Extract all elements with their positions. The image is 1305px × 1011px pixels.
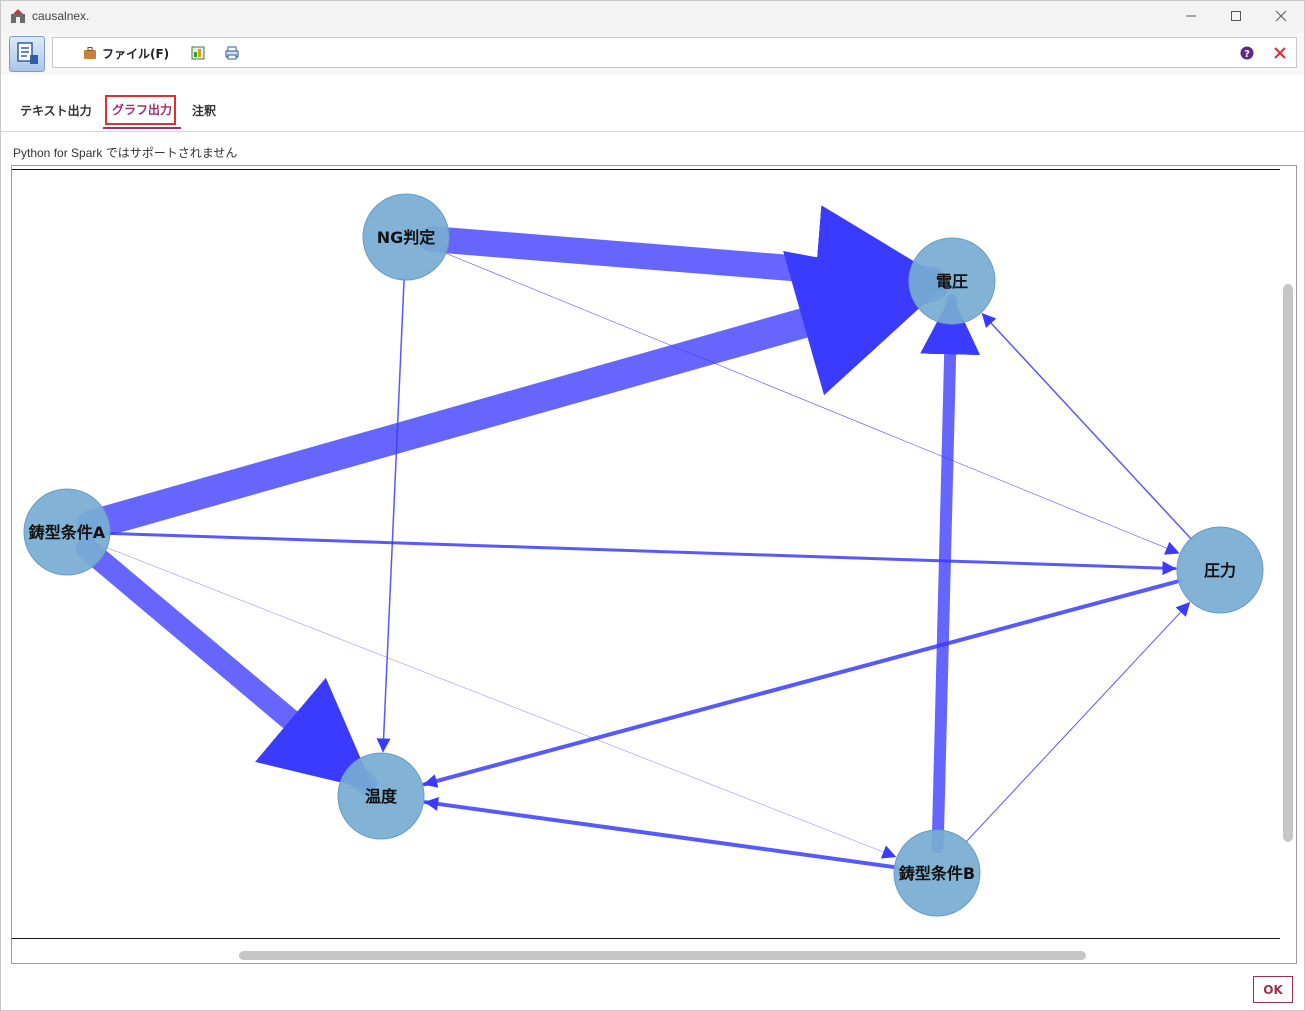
file-menu[interactable]: ファイル(F) (83, 43, 169, 63)
export-image-button[interactable] (191, 43, 210, 63)
node-label: NG判定 (377, 228, 436, 247)
node-label: 鋳型条件A (29, 523, 106, 542)
file-menu-label: ファイル(F) (102, 46, 170, 61)
output-viewer-icon[interactable] (9, 36, 45, 72)
window-title: causalnex. (32, 9, 90, 23)
unsupported-notice: Python for Spark ではサポートされません (13, 146, 238, 160)
toolbar-box: ファイル(F) ? (52, 37, 1297, 68)
toolbar: ファイル(F) ? (1, 33, 1304, 75)
app-icon (11, 9, 25, 23)
node-voltage: 電圧 (908, 237, 996, 325)
edge-moldA-to-pressure (106, 531, 1177, 576)
help-button[interactable]: ? (1240, 43, 1259, 63)
edge-ng-to-temperature (376, 277, 405, 753)
app-window: causalnex. ファイル(F) ? テキスト出力 グラフ出力 注釈 Pyt… (0, 0, 1305, 1011)
edge-moldB-to-pressure (964, 601, 1191, 844)
export-image-icon (191, 46, 205, 60)
edge-moldA-to-moldB (104, 546, 897, 859)
tab-text-output[interactable]: テキスト出力 (20, 102, 92, 119)
edge-pressure-to-temperature (422, 578, 1183, 788)
active-tab-underline (103, 127, 181, 129)
edge-moldB-to-temperature (423, 796, 899, 870)
minimize-icon[interactable] (1168, 1, 1214, 31)
node-temperature: 温度 (337, 752, 425, 840)
graph-panel: NG判定電圧鋳型条件A 圧力温度鋳型条件B (11, 165, 1297, 964)
ok-button[interactable]: OK (1253, 976, 1293, 1003)
briefcase-icon (84, 47, 96, 59)
node-pressure: 圧力 (1176, 526, 1264, 614)
printer-icon (225, 46, 239, 60)
node-label: 圧力 (1204, 561, 1236, 580)
tab-bar: テキスト出力 グラフ出力 注釈 (1, 93, 1304, 132)
node-ng: NG判定 (362, 193, 450, 281)
edge-moldA-to-temperature (75, 537, 378, 795)
tab-graph-output[interactable]: グラフ出力 (112, 101, 172, 118)
title-bar: causalnex. (1, 1, 1304, 33)
vertical-scrollbar[interactable] (1283, 284, 1293, 842)
print-button[interactable] (225, 43, 244, 63)
close-output-button[interactable] (1273, 43, 1292, 63)
horizontal-scrollbar[interactable] (239, 951, 1086, 960)
causal-graph: NG判定電圧鋳型条件A 圧力温度鋳型条件B (23, 193, 1264, 917)
edge-pressure-to-voltage (981, 312, 1193, 541)
help-icon: ? (1240, 46, 1254, 60)
node-label: 鋳型条件B (899, 864, 975, 883)
edge-moldB-to-voltage (920, 294, 981, 854)
close-icon[interactable] (1258, 1, 1304, 31)
edge-moldA-to-voltage (76, 250, 949, 540)
maximize-icon[interactable] (1213, 1, 1259, 31)
node-label: 電圧 (936, 272, 968, 291)
edge-ng-to-voltage (418, 205, 946, 335)
svg-text:?: ? (1244, 49, 1250, 60)
tab-notes[interactable]: 注釈 (192, 102, 216, 119)
node-moldB: 鋳型条件B (893, 829, 981, 917)
red-x-icon (1274, 47, 1286, 59)
node-label: 温度 (364, 787, 398, 806)
node-moldA: 鋳型条件A (23, 488, 111, 576)
